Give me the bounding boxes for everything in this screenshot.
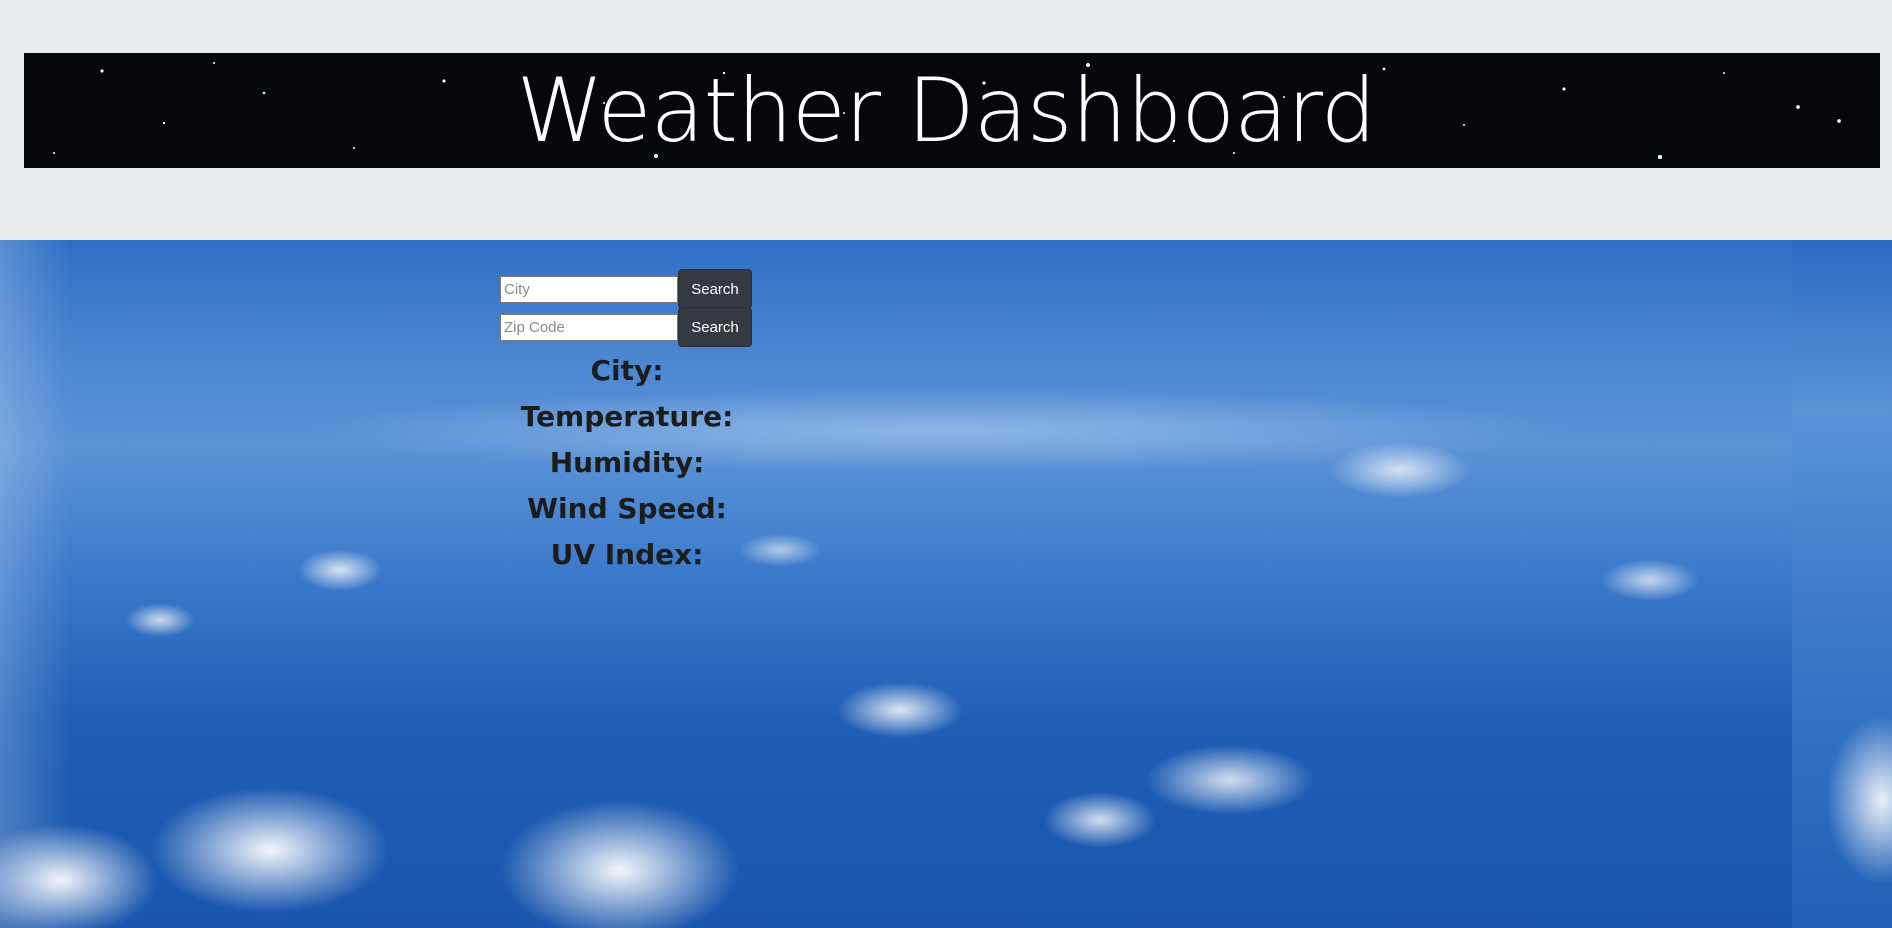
search-panel: Search Search — [500, 269, 756, 349]
city-input[interactable] — [500, 275, 678, 303]
zip-search-row: Search — [500, 307, 756, 347]
temperature-label: Temperature: — [520, 400, 734, 433]
wind-speed-label: Wind Speed: — [527, 492, 727, 525]
page-title: Weather Dashboard — [516, 58, 1377, 162]
sky-background-repeat — [1792, 240, 1892, 928]
zip-search-button[interactable]: Search — [678, 307, 752, 347]
current-weather-info: City: Temperature: Humidity: Wind Speed:… — [500, 348, 754, 578]
sky-edge-fade — [0, 240, 70, 928]
city-label: City: — [590, 354, 664, 387]
zip-code-input[interactable] — [500, 313, 678, 341]
humidity-label: Humidity: — [549, 446, 705, 479]
sky-background-image — [0, 240, 1892, 928]
uv-index-label: UV Index: — [550, 538, 704, 571]
city-search-row: Search — [500, 269, 756, 309]
city-search-button[interactable]: Search — [678, 269, 752, 309]
